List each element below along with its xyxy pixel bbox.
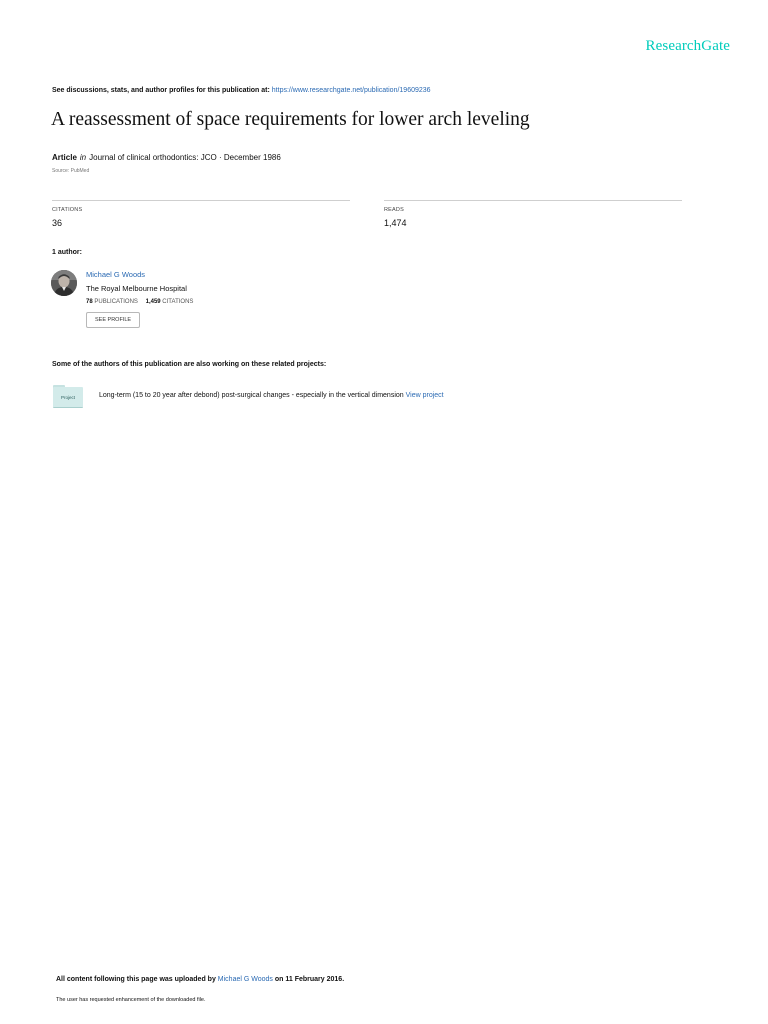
author-card: Michael G Woods The Royal Melbourne Hosp… bbox=[86, 270, 193, 328]
author-publications-count: 78 bbox=[86, 299, 93, 305]
enhancement-note: The user has requested enhancement of th… bbox=[56, 997, 206, 1003]
see-profile-button[interactable]: SEE PROFILE bbox=[86, 312, 141, 328]
citations-label: CITATIONS bbox=[52, 207, 83, 213]
project-folder-icon: Project bbox=[53, 385, 83, 408]
publication-type: Article bbox=[52, 153, 77, 162]
upload-date: on 11 February 2016. bbox=[274, 976, 345, 983]
uploader-link[interactable]: Michael G Woods bbox=[218, 976, 273, 983]
project-title: Long-term (15 to 20 year after debond) p… bbox=[99, 392, 404, 399]
in-label: in bbox=[79, 153, 87, 162]
reads-stat: READS 1,474 bbox=[384, 200, 682, 228]
author-portrait-icon bbox=[51, 270, 77, 296]
author-institution: The Royal Melbourne Hospital bbox=[86, 284, 187, 293]
citations-value: 36 bbox=[52, 218, 63, 228]
related-project-item: Long-term (15 to 20 year after debond) p… bbox=[99, 392, 444, 399]
publication-title: A reassessment of space requirements for… bbox=[51, 109, 530, 130]
upload-info: All content following this page was uplo… bbox=[56, 976, 344, 983]
researchgate-logo[interactable]: ResearchGate bbox=[646, 38, 730, 55]
author-citations-label: CITATIONS bbox=[162, 299, 194, 305]
author-citations-count: 1,459 bbox=[145, 299, 161, 305]
authors-count: 1 author: bbox=[52, 249, 82, 256]
author-publications-label: PUBLICATIONS bbox=[94, 299, 138, 305]
publication-venue[interactable]: Journal of clinical orthodontics: JCO · … bbox=[89, 153, 281, 162]
citations-stat: CITATIONS 36 bbox=[52, 200, 350, 228]
publication-url-link[interactable]: https://www.researchgate.net/publication… bbox=[272, 87, 431, 94]
upload-prefix: All content following this page was uplo… bbox=[56, 976, 216, 983]
author-avatar[interactable] bbox=[51, 270, 77, 296]
author-name-link[interactable]: Michael G Woods bbox=[86, 270, 193, 279]
view-project-link[interactable]: View project bbox=[406, 392, 444, 399]
author-metrics: 78 PUBLICATIONS 1,459 CITATIONS bbox=[86, 299, 193, 305]
project-icon-label: Project bbox=[60, 395, 75, 400]
related-projects-heading: Some of the authors of this publication … bbox=[52, 361, 327, 368]
publication-source: Source: PubMed bbox=[52, 168, 90, 174]
see-discussions-line: See discussions, stats, and author profi… bbox=[52, 87, 431, 94]
see-discussions-text: See discussions, stats, and author profi… bbox=[52, 87, 270, 94]
publication-meta: Article in Journal of clinical orthodontic… bbox=[52, 153, 281, 162]
reads-value: 1,474 bbox=[384, 218, 407, 228]
reads-label: READS bbox=[384, 207, 404, 213]
